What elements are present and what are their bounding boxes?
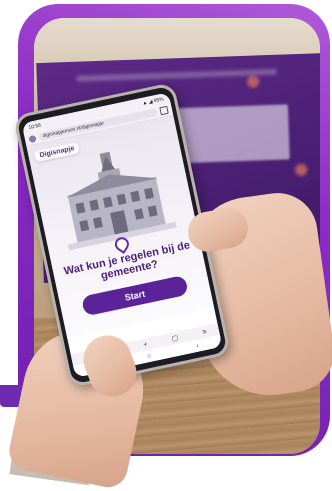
menu-icon[interactable]: ≡ [202,328,207,336]
site-icon [28,134,37,143]
back-icon[interactable]: ‹ [196,342,200,349]
page-content: Digisnapje Wat kun je regelen bij de gem… [26,115,215,339]
booklet-dot [246,75,260,88]
town-hall-illustration [66,151,177,251]
status-time: 10:56 [27,122,42,131]
tabs-count-icon[interactable]: ▢ [171,334,179,343]
plus-icon[interactable]: + [143,341,148,349]
booklet-dot [294,163,308,177]
home-circle-icon[interactable]: ○ [147,352,153,360]
tabs-icon[interactable] [159,105,169,116]
